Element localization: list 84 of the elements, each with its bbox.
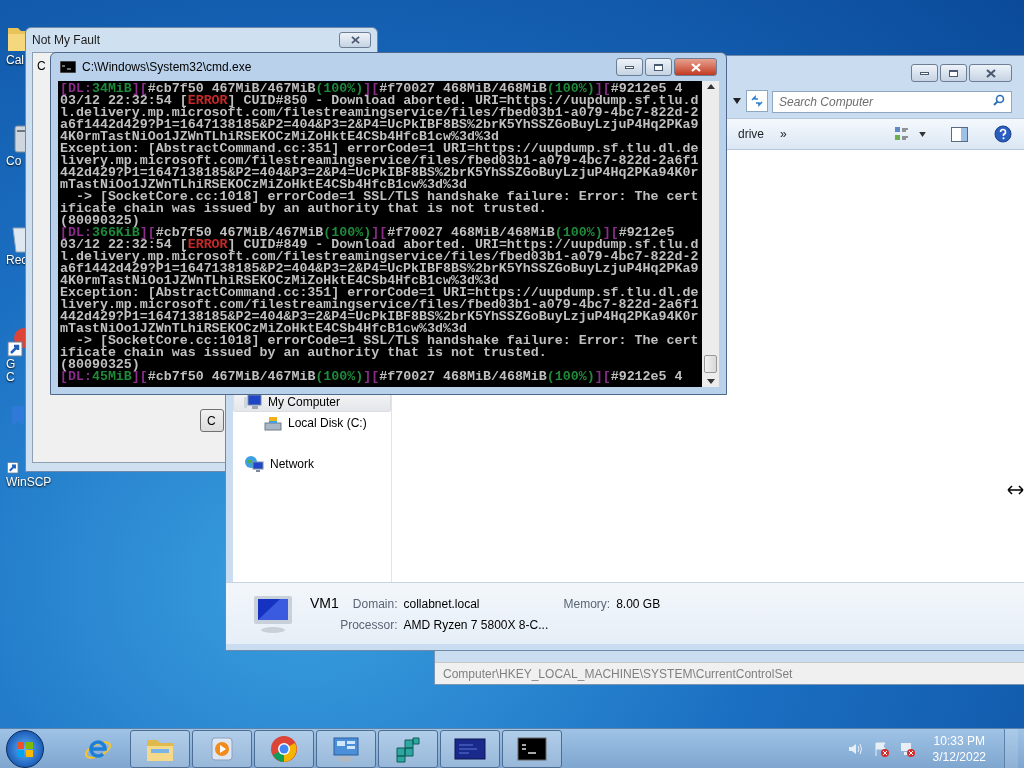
console-line: livery.mp.microsoft.com/filestreamingservice/files/fbed03b1-a079-4bc7-822d-2a6f1 [60,155,699,167]
console-line: Exception: [AbstractCommand.cc:351] errorCode=1 URI=https://uupdump.sf.tlu.dl.de [60,143,699,155]
close-button[interactable] [674,58,717,76]
console-line: 4K0rmTastNiOo1JZWnTLhiRSEKOCzMiZoHktE4CSb4HfcB1cw%3d%3d [60,131,499,143]
console-line: mTastNiOo1JZWnTLhiRSEKOCzMiZoHktE4CSb4HfcB1cw%3d%3d [60,179,467,191]
console-line: (80090325) [60,359,140,371]
domain-value: collabnet.local [403,596,481,613]
window-icon [454,736,486,761]
close-icon [350,36,360,44]
view-options-icon[interactable] [894,126,910,142]
console-line: l.delivery.mp.microsoft.com/filestreamingservice/files/fbed03b1-a079-4bc7-822d-2 [60,107,699,119]
minimize-button[interactable] [616,58,643,76]
scroll-down-icon[interactable] [706,379,715,384]
console-line: mTastNiOo1JZWnTLhiRSEKOCzMiZoHktE4CSb4HfcB1cw%3d%3d [60,323,467,335]
windows-logo-icon [16,739,34,758]
processor-label: Processor: [339,617,398,634]
nav-item[interactable]: Network [233,454,391,474]
memory-label: Memory: [563,596,611,613]
maximize-button[interactable] [645,58,672,76]
close-icon [985,68,996,78]
console-line: -> [SocketCore.cc:1018] errorCode=1 SSL/TLS handshake failure: Error: The cert [75,335,699,347]
console-line: 442d429?P1=1647138185&P2=404&P3=2&P4=UcPkIBF8BS%2brK5YhSSZGoBuyLzjuP4Hq2PKa94K0r [60,311,699,323]
command-prompt-icon [517,736,547,761]
media-player-icon [208,734,236,763]
console-line: a6f1442d429?P1=1647138185&P2=404&P3=2&P4=UcPkIBF8BS%2brK5YhSSZGoBuyLzjuP4Hq2PKa9 [60,263,699,275]
preview-pane-icon[interactable] [951,126,968,142]
close-icon [690,62,701,72]
map-drive-button[interactable]: drive [738,125,764,143]
taskbar-button[interactable] [502,729,562,768]
desktop-icon-label: C [6,371,15,384]
console-line: 03/12 22:32:54 [ERROR] CUID#850 - Download aborted. URI=https://uupdump.sf.tlu.d [60,95,699,107]
console-line: Exception: [AbstractCommand.cc:351] errorCode=1 URI=https://uupdump.sf.tlu.dl.de [60,287,699,299]
domain-label: Domain: [352,596,398,613]
help-icon[interactable] [994,125,1012,143]
panel-text: C [37,58,46,75]
console-line: [DL:45MiB][#cb7f50 467MiB/467MiB(100%)][#f70027 468MiB/468MiB(100%)][#9212e5 4 [60,371,683,383]
console-line: l.delivery.mp.microsoft.com/filestreamingservice/files/fbed03b1-a079-4bc7-822d-2 [60,251,699,263]
scrollbar[interactable] [702,81,719,387]
console-line: 03/12 22:32:54 [ERROR] CUID#849 - Download aborted. URI=https://uupdump.sf.tlu.d [60,239,699,251]
console-line: a6f1442d429?P1=1647138185&P2=404&P3=2&P4=UcPkIBF8BS%2brK5YhSSZGoBuyLzjuP4Hq2PKa9 [60,119,699,131]
dialog-button[interactable]: C [200,409,224,432]
network-icon [244,455,264,473]
refresh-icon [750,95,764,107]
search-field[interactable]: Search Computer [772,91,1012,113]
console-line: ificate chain was issued by an authority that is not trusted. [60,347,547,359]
console-line: -> [SocketCore.cc:1018] errorCode=1 SSL/TLS handshake failure: Error: The cert [75,191,699,203]
desktop-icon-label: WinSCP [6,476,52,489]
computer-icon [244,394,262,410]
computer-name: VM1 [310,594,340,613]
search-icon [993,94,1005,106]
caret-icon[interactable] [732,98,742,104]
console-line: 442d429?P1=1647138185&P2=404&P3=2&P4=UcPkIBF8BS%2brK5YhSSZGoBuyLzjuP4Hq2PKa94K0r [60,167,699,179]
scroll-up-icon[interactable] [706,84,715,89]
status-path: Computer\HKEY_LOCAL_MACHINE\SYSTEM\CurrentControlSet [443,665,793,683]
scroll-thumb[interactable] [704,355,717,373]
maximize-button[interactable] [940,64,967,82]
window-title: Not My Fault [32,32,100,49]
processor-value: AMD Ryzen 7 5800X 8-C... [403,617,550,634]
desktop-icon-label: Co [6,155,22,168]
desktop-icon-label: G [6,358,16,371]
control-panel-icon [331,734,361,763]
console-line: [DL:366KiB][#cb7f50 467MiB/467MiB(100%)][#f70027 468MiB/468MiB(100%)][#9212e5 [60,227,675,239]
console-line: livery.mp.microsoft.com/filestreamingservice/files/fbed03b1-a079-4bc7-822d-2a6f1 [60,299,699,311]
network-icon[interactable] [898,740,915,757]
taskbar-button[interactable] [440,729,500,768]
nav-item[interactable]: Local Disk (C:) [233,413,391,433]
memory-value: 8.00 GB [616,596,661,613]
console-line: [DL:34MiB][#cb7f50 467MiB/467MiB(100%)][#f70027 468MiB/468MiB(100%)][#9212e5 4 [60,83,683,95]
window-title: C:\Windows\System32\cmd.exe [82,59,252,76]
console-line: ificate chain was issued by an authority that is not trusted. [60,203,547,215]
more-commands-button[interactable]: » [780,125,787,143]
close-button[interactable] [969,64,1012,82]
desktop-icon-label: Cal [6,54,24,67]
minimize-button[interactable] [911,64,938,82]
close-button[interactable] [339,32,371,48]
caret-icon[interactable] [918,131,927,137]
chrome-browser-icon [269,733,299,764]
start-button[interactable] [6,729,44,768]
console-line: (80090325) [60,215,140,227]
console-line: 4K0rmTastNiOo1JZWnTLhiRSEKOCzMiZoHktE4CSb4HfcB1cw%3d%3d [60,275,499,287]
disk-icon [264,415,282,431]
command-prompt-icon [60,61,76,73]
flag-icon[interactable] [872,740,889,757]
resize-cursor-icon [1007,485,1024,495]
